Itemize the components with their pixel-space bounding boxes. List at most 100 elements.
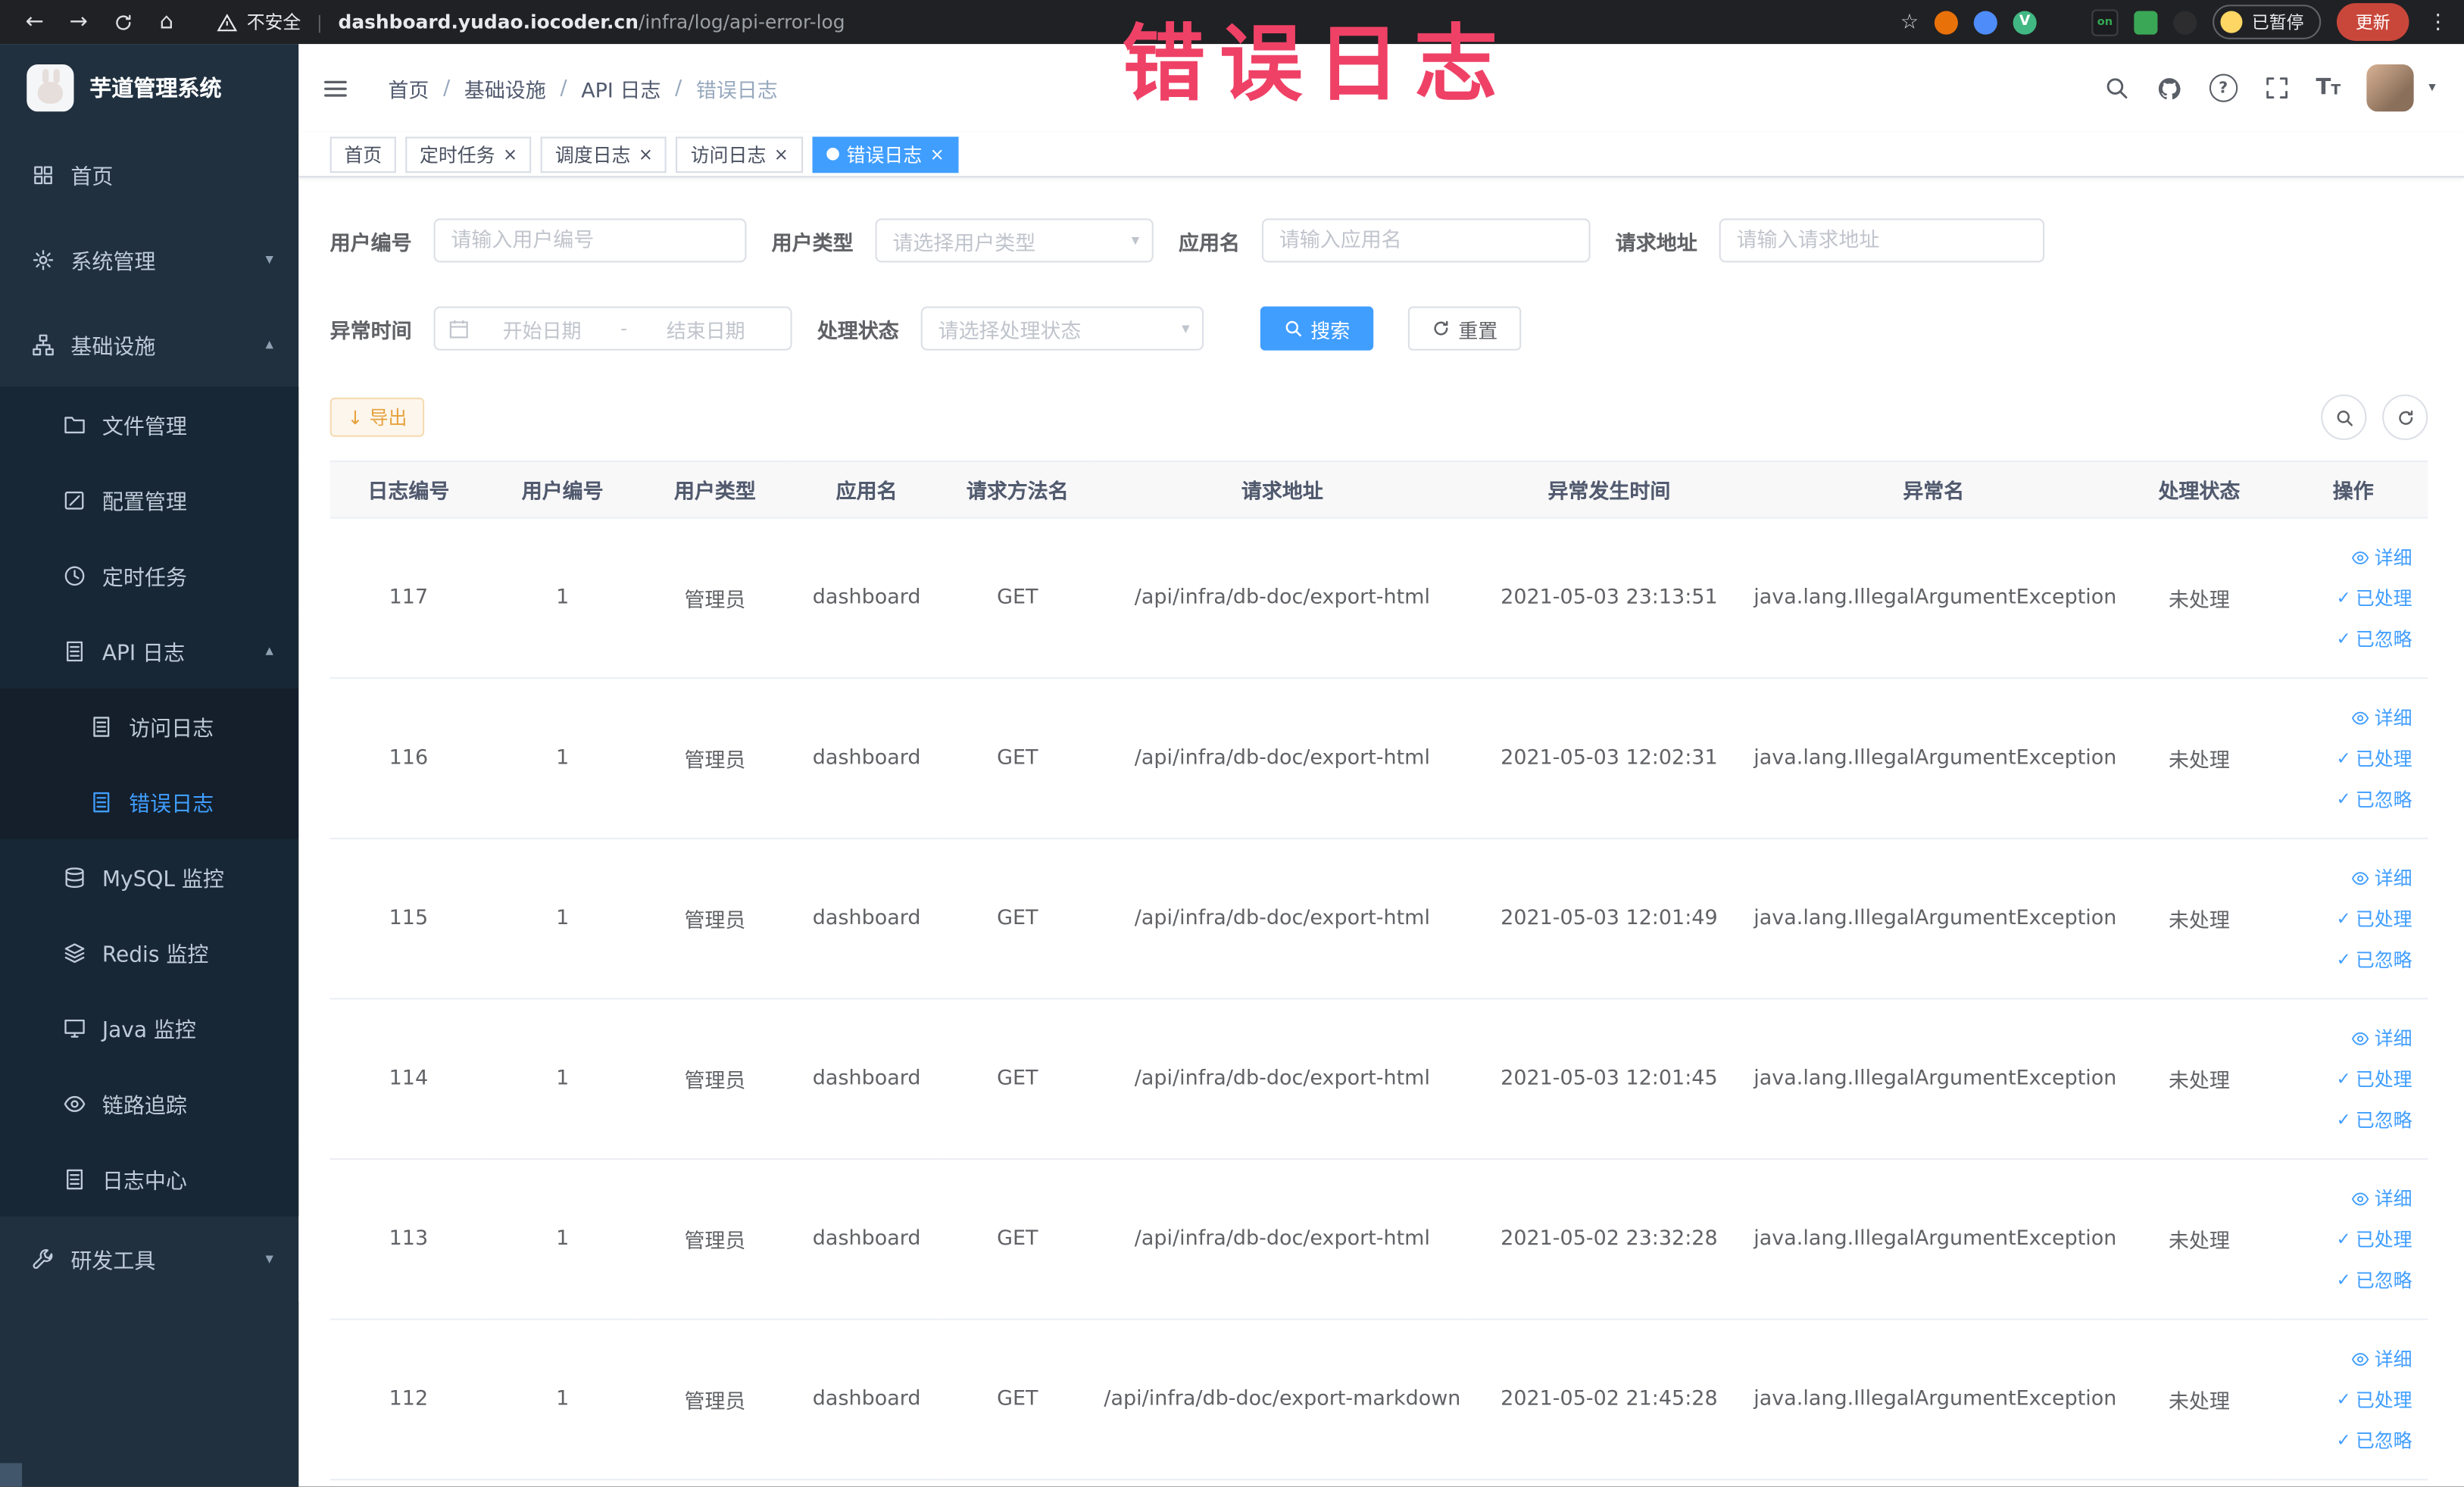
reset-button[interactable]: 重置: [1407, 306, 1522, 351]
extension-grid-icon[interactable]: [2052, 10, 2075, 33]
action-detail[interactable]: 详细: [2284, 1017, 2421, 1058]
app-name-input[interactable]: [1262, 218, 1591, 263]
tab-home[interactable]: 首页: [329, 136, 396, 173]
extension-on-icon[interactable]: on: [2091, 8, 2119, 36]
chrome-menu-icon[interactable]: ⋮: [2428, 10, 2448, 33]
sidebar-toggle-button[interactable]: [322, 75, 348, 102]
close-icon[interactable]: ×: [774, 145, 789, 163]
close-icon[interactable]: ×: [930, 145, 945, 163]
action-processed[interactable]: ✓ 已处理: [2284, 577, 2421, 618]
end-date-placeholder[interactable]: 结束日期: [633, 314, 778, 343]
action-detail[interactable]: 详细: [2284, 1178, 2421, 1219]
action-processed[interactable]: ✓ 已处理: [2284, 1219, 2421, 1260]
search-button[interactable]: 搜索: [1260, 306, 1374, 351]
sidebar-item-trace[interactable]: 链路追踪: [0, 1065, 299, 1142]
extension-leaf-icon[interactable]: [2134, 10, 2158, 34]
breadcrumb-home[interactable]: 首页: [388, 73, 429, 103]
sidebar-item-java-monitor[interactable]: Java 监控: [0, 990, 299, 1066]
home-button[interactable]: ⌂: [148, 5, 186, 39]
font-size-icon[interactable]: TT: [2316, 76, 2341, 101]
refresh-table-button[interactable]: [2382, 394, 2428, 440]
extension-icon-orange[interactable]: [1934, 10, 1958, 34]
github-icon[interactable]: [2156, 75, 2182, 102]
extension-icon-blue[interactable]: [1973, 10, 1997, 34]
action-processed[interactable]: ✓ 已处理: [2284, 1058, 2421, 1099]
avatar[interactable]: [2367, 64, 2415, 112]
address-bar[interactable]: dashboard.yudao.iocoder.cn/infra/log/api…: [338, 11, 845, 33]
action-processed[interactable]: ✓ 已处理: [2284, 1379, 2421, 1420]
process-status-select[interactable]: 请选择处理状态 ▾: [920, 306, 1204, 351]
cell-user-type: 管理员: [638, 999, 792, 1161]
sidebar-item-home[interactable]: 首页: [0, 132, 298, 217]
date-range-picker[interactable]: 开始日期 - 结束日期: [433, 306, 792, 351]
action-ignored[interactable]: ✓ 已忽略: [2284, 1420, 2421, 1460]
sidebar-item-dev-tools[interactable]: 研发工具 ▾: [0, 1217, 298, 1301]
cell-actions: 详细 ✓ 已处理 ✓ 已忽略: [2278, 1160, 2428, 1320]
tab-scheduled-jobs[interactable]: 定时任务 ×: [405, 136, 532, 173]
sidebar-item-system-management[interactable]: 系统管理 ▾: [0, 217, 298, 301]
profile-emoji-icon: [2220, 11, 2243, 33]
cell-exception-time: 2021-05-03 23:13:51: [1470, 519, 1747, 679]
action-ignored[interactable]: ✓ 已忽略: [2284, 1260, 2421, 1301]
forward-button[interactable]: →: [60, 5, 98, 39]
export-button[interactable]: ↓ 导出: [329, 397, 425, 437]
action-ignored[interactable]: ✓ 已忽略: [2284, 939, 2421, 980]
reload-button[interactable]: [104, 5, 142, 39]
sidebar-item-infrastructure[interactable]: 基础设施 ▴: [0, 301, 298, 386]
url-separator: |: [317, 11, 323, 33]
logo-image: [27, 64, 74, 112]
help-icon[interactable]: ?: [2209, 73, 2238, 102]
sidebar-item-config-management[interactable]: 配置管理: [0, 461, 299, 538]
user-id-input[interactable]: [433, 218, 747, 263]
cell-app-name: dashboard: [792, 839, 942, 1000]
extension-dark-icon[interactable]: [2173, 10, 2197, 34]
sidebar-item-api-log[interactable]: API 日志 ▴: [0, 613, 299, 689]
request-url-input[interactable]: [1719, 218, 2045, 263]
sidebar-item-access-log[interactable]: 访问日志: [0, 688, 299, 764]
action-ignored[interactable]: ✓ 已忽略: [2284, 618, 2421, 659]
cell-request-url: /api/infra/db-doc/export-html: [1093, 679, 1471, 839]
table-header-row: 日志编号 用户编号 用户类型 应用名 请求方法名 请求地址 异常发生时间 异常名…: [329, 460, 2428, 519]
close-icon[interactable]: ×: [503, 145, 517, 163]
breadcrumb-infrastructure[interactable]: 基础设施: [464, 73, 546, 103]
action-detail[interactable]: 详细: [2284, 536, 2421, 577]
breadcrumb-api-log[interactable]: API 日志: [581, 73, 661, 103]
search-icon[interactable]: [2103, 76, 2128, 101]
action-detail[interactable]: 详细: [2284, 1339, 2421, 1379]
toggle-search-button[interactable]: [2321, 394, 2367, 440]
start-date-placeholder[interactable]: 开始日期: [470, 314, 614, 343]
action-detail[interactable]: 详细: [2284, 858, 2421, 898]
tab-access-log[interactable]: 访问日志 ×: [676, 136, 803, 173]
breadcrumb-separator: /: [443, 76, 451, 100]
sidebar-item-mysql-monitor[interactable]: MySQL 监控: [0, 839, 299, 915]
app-logo[interactable]: 芋道管理系统: [0, 44, 298, 132]
action-detail[interactable]: 详细: [2284, 697, 2421, 738]
action-processed[interactable]: ✓ 已处理: [2284, 738, 2421, 779]
col-app-name: 应用名: [792, 460, 942, 519]
site-security-indicator[interactable]: 不安全: [217, 9, 301, 34]
user-type-select[interactable]: 请选择用户类型 ▾: [875, 218, 1154, 263]
action-processed[interactable]: ✓ 已处理: [2284, 898, 2421, 939]
fullscreen-icon[interactable]: [2264, 76, 2289, 101]
tab-error-log[interactable]: 错误日志 ×: [811, 136, 959, 173]
calendar-icon: [449, 319, 468, 339]
vue-devtools-icon[interactable]: V: [2013, 10, 2037, 34]
sidebar-item-redis-monitor[interactable]: Redis 监控: [0, 914, 299, 991]
action-ignored[interactable]: ✓ 已忽略: [2284, 779, 2421, 820]
chrome-update-button[interactable]: 更新: [2336, 3, 2409, 41]
bookmark-star-icon[interactable]: ☆: [1900, 10, 1919, 33]
filter-exception-time: 异常时间 开始日期 - 结束日期: [330, 306, 792, 351]
navbar-actions: ? TT ▾: [2103, 64, 2436, 112]
tab-schedule-log[interactable]: 调度日志 ×: [541, 136, 667, 173]
warning-icon: [217, 14, 237, 31]
sidebar-item-log-center[interactable]: 日志中心: [0, 1141, 299, 1217]
close-icon[interactable]: ×: [639, 145, 653, 163]
table-row: 114 1 管理员 dashboard GET /api/infra/db-do…: [329, 999, 2428, 1161]
caret-down-icon[interactable]: ▾: [2428, 80, 2435, 96]
action-ignored[interactable]: ✓ 已忽略: [2284, 1099, 2421, 1140]
profile-paused-chip[interactable]: 已暂停: [2213, 5, 2322, 39]
sidebar-item-scheduled-jobs[interactable]: 定时任务: [0, 537, 299, 614]
sidebar-item-error-log[interactable]: 错误日志: [0, 764, 299, 839]
sidebar-item-file-management[interactable]: 文件管理: [0, 386, 299, 462]
back-button[interactable]: ←: [16, 5, 54, 39]
